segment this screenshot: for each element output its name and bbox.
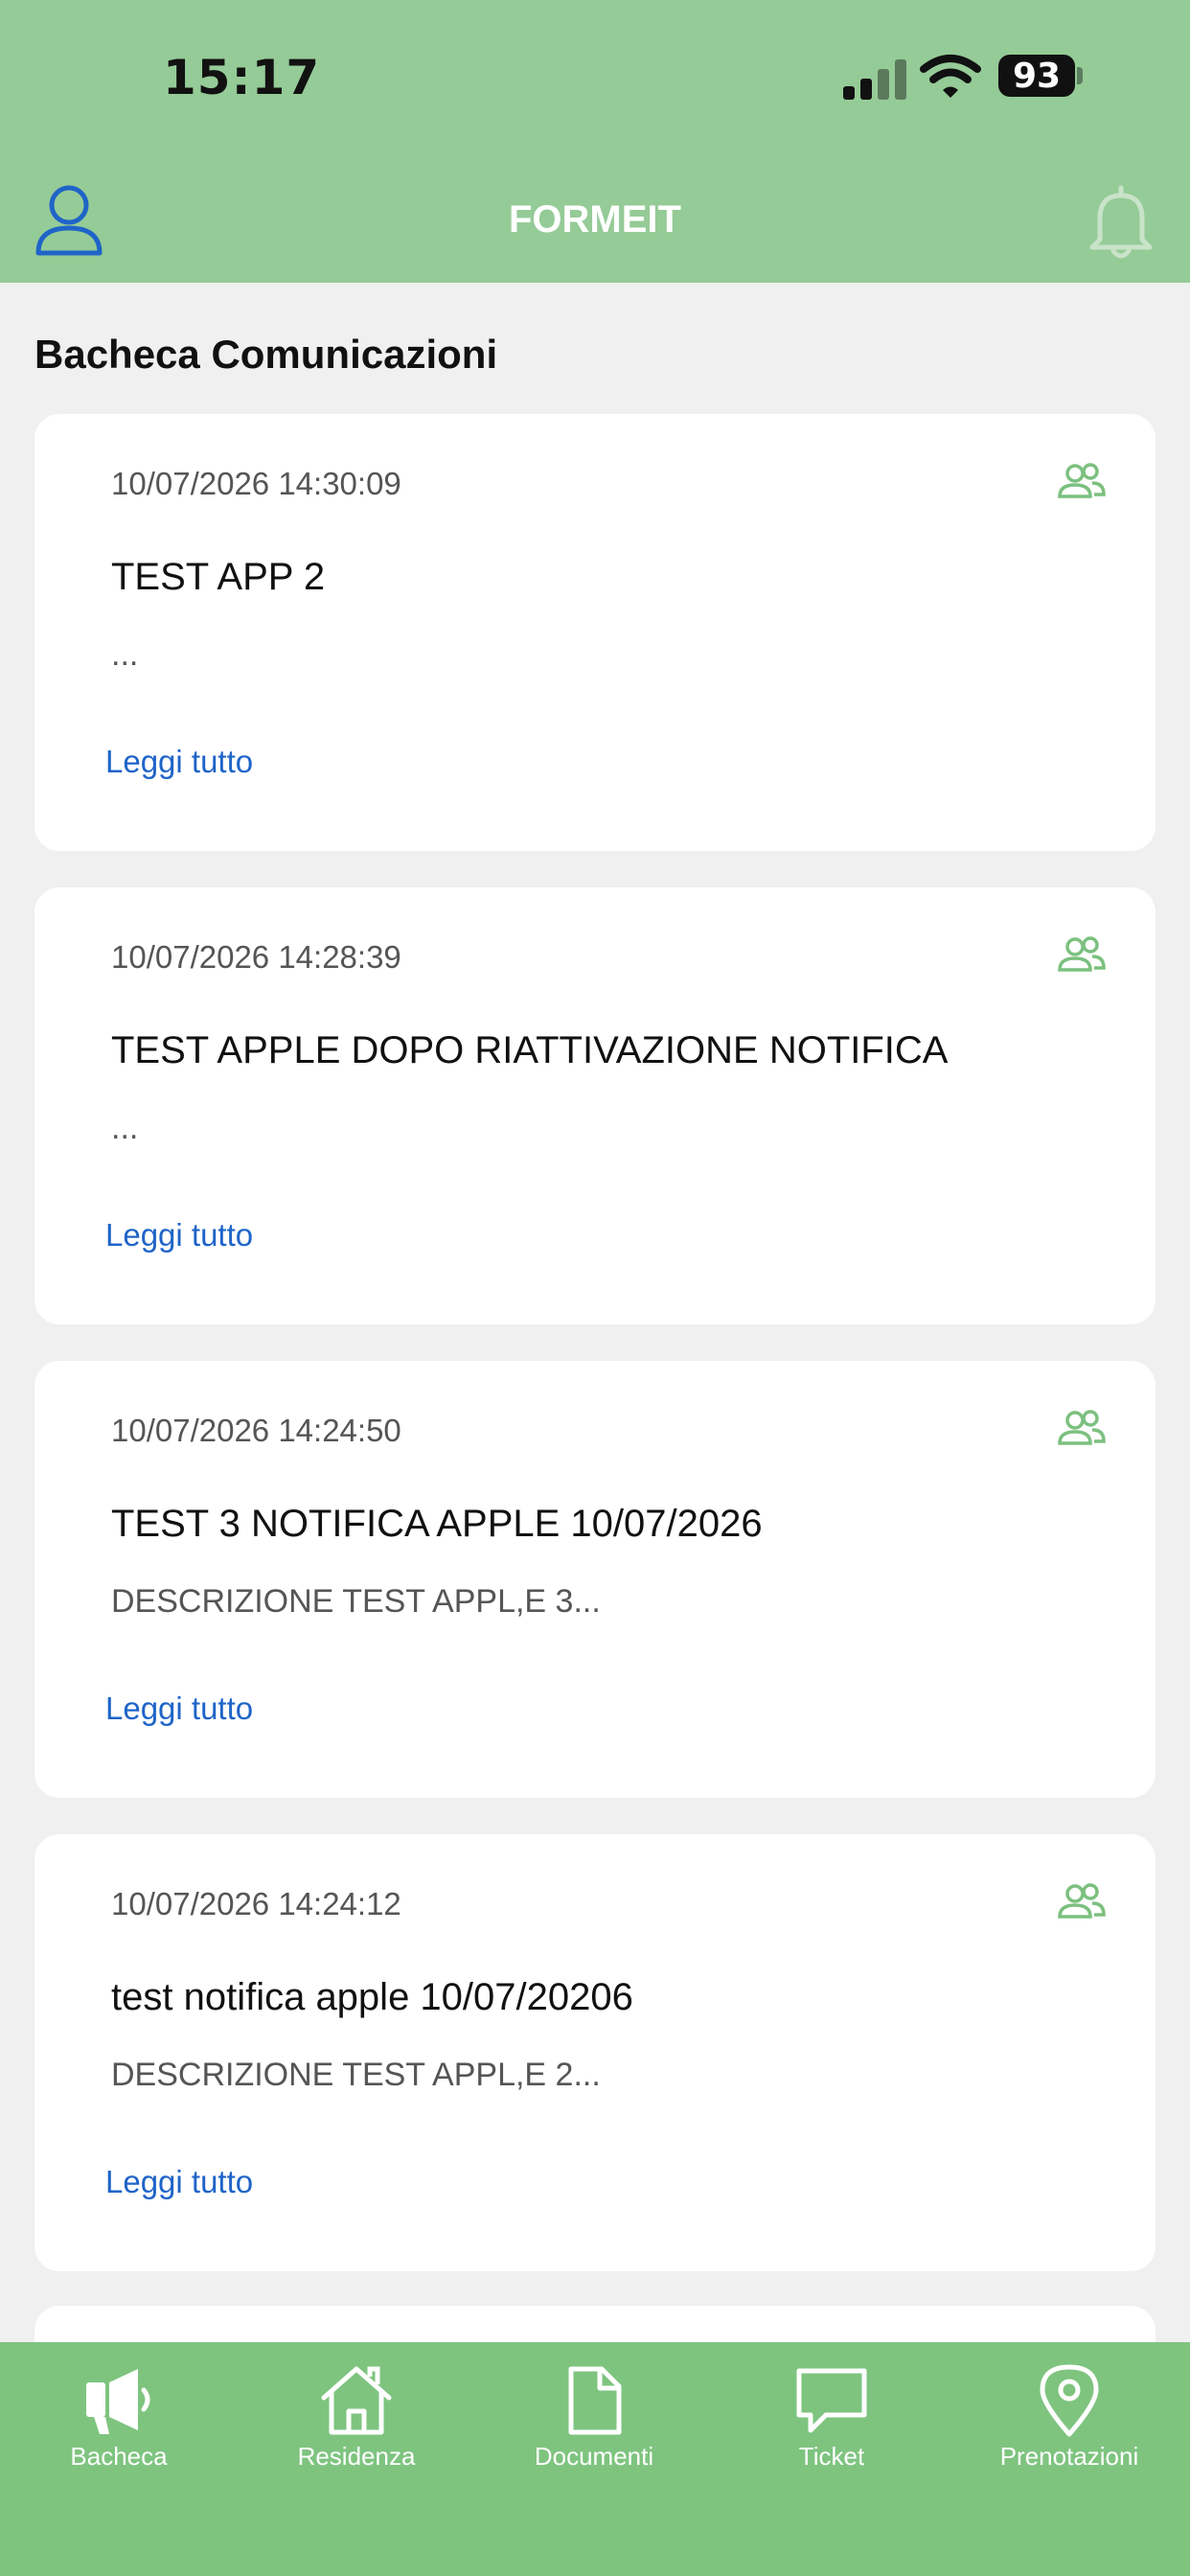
battery-level: 93	[1012, 56, 1062, 96]
tab-prenotazioni[interactable]: Prenotazioni	[950, 2342, 1188, 2515]
card-description: DESCRIZIONE TEST APPL,E 2...	[111, 2057, 601, 2093]
tab-ticket[interactable]: Ticket	[713, 2342, 950, 2515]
card-title: test notifica apple 10/07/20206	[111, 1976, 633, 2018]
read-more-link[interactable]: Leggi tutto	[105, 1690, 253, 1727]
bottom-tab-bar: Bacheca Residenza Documenti Ticket Preno…	[0, 2342, 1190, 2576]
battery-indicator: 93	[998, 55, 1075, 97]
chat-bubble-icon	[796, 2368, 867, 2433]
tab-residenza[interactable]: Residenza	[238, 2342, 475, 2515]
tab-bacheca[interactable]: Bacheca	[0, 2342, 238, 2515]
card-date: 10/07/2026 14:28:39	[111, 939, 401, 975]
card-description: ...	[111, 636, 139, 673]
tab-documenti[interactable]: Documenti	[475, 2342, 713, 2515]
card-date: 10/07/2026 14:24:50	[111, 1413, 401, 1448]
communication-card[interactable]: 10/07/2026 14:30:09 TEST APP 2 ... Leggi…	[34, 414, 1156, 851]
communication-card[interactable]: 10/07/2026 14:28:39 TEST APPLE DOPO RIAT…	[34, 887, 1156, 1324]
megaphone-icon	[86, 2369, 150, 2434]
tab-label: Bacheca	[70, 2442, 168, 2471]
group-icon	[1058, 1410, 1106, 1445]
cellular-signal-icon	[843, 59, 906, 100]
communication-card[interactable]: 10/07/2026 14:24:50 TEST 3 NOTIFICA APPL…	[34, 1361, 1156, 1798]
card-title: TEST APP 2	[111, 556, 326, 598]
read-more-link[interactable]: Leggi tutto	[105, 2164, 253, 2200]
tab-label: Residenza	[297, 2442, 416, 2471]
home-icon	[321, 2366, 392, 2435]
tab-label: Documenti	[534, 2442, 654, 2471]
group-icon	[1058, 1883, 1106, 1919]
group-icon	[1058, 463, 1106, 498]
wifi-icon	[920, 55, 981, 98]
card-title: TEST 3 NOTIFICA APPLE 10/07/2026	[111, 1503, 763, 1545]
card-description: DESCRIZIONE TEST APPL,E 3...	[111, 1583, 601, 1620]
app-title: FORMEIT	[509, 198, 681, 241]
read-more-link[interactable]: Leggi tutto	[105, 744, 253, 780]
tab-label: Ticket	[798, 2442, 865, 2471]
card-title: TEST APPLE DOPO RIATTIVAZIONE NOTIFICA	[111, 1029, 949, 1071]
location-pin-icon	[1040, 2364, 1099, 2437]
bell-icon[interactable]	[1087, 182, 1156, 259]
read-more-link[interactable]: Leggi tutto	[105, 1217, 253, 1254]
card-date: 10/07/2026 14:30:09	[111, 466, 401, 501]
card-date: 10/07/2026 14:24:12	[111, 1886, 401, 1921]
battery-cap	[1077, 67, 1083, 84]
card-description: ...	[111, 1110, 139, 1146]
app-header: 15:17 93 FORMEIT	[0, 0, 1190, 283]
section-title: Bacheca Comunicazioni	[34, 332, 498, 377]
group-icon	[1058, 936, 1106, 972]
document-icon	[568, 2366, 622, 2435]
communication-card[interactable]: 10/07/2026 14:24:12 test notifica apple …	[34, 1834, 1156, 2271]
status-time: 15:17	[163, 50, 321, 105]
tab-label: Prenotazioni	[999, 2442, 1139, 2471]
